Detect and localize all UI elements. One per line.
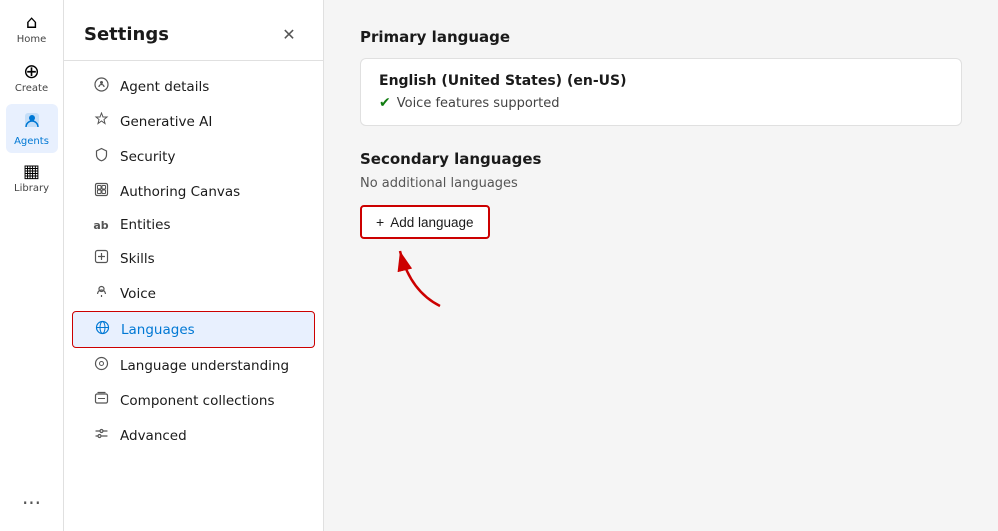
nav-label-agents: Agents [14, 136, 49, 147]
menu-label-advanced: Advanced [120, 428, 187, 444]
primary-language-card: English (United States) (en-US) ✔ Voice … [360, 58, 962, 126]
add-icon: + [376, 214, 384, 230]
menu-label-authoring-canvas: Authoring Canvas [120, 184, 240, 200]
menu-label-voice: Voice [120, 286, 156, 302]
component-collections-icon [92, 391, 110, 410]
menu-label-languages: Languages [121, 322, 195, 338]
nav-item-home[interactable]: ⌂ Home [6, 8, 58, 51]
main-content: Primary language English (United States)… [324, 0, 998, 531]
home-icon: ⌂ [26, 14, 37, 32]
menu-item-authoring-canvas[interactable]: Authoring Canvas [72, 174, 315, 209]
menu-label-security: Security [120, 149, 175, 165]
menu-item-skills[interactable]: Skills [72, 241, 315, 276]
settings-menu: Agent details Generative AI Security [64, 61, 323, 461]
settings-header: Settings ✕ [64, 0, 323, 61]
library-icon: ▦ [23, 163, 40, 181]
agent-details-icon [92, 77, 110, 96]
menu-item-generative-ai[interactable]: Generative AI [72, 104, 315, 139]
more-nav-button[interactable]: ··· [22, 491, 41, 515]
generative-ai-icon [92, 112, 110, 131]
add-language-button[interactable]: + Add language [360, 205, 490, 239]
settings-panel: Settings ✕ Agent details Generative AI [64, 0, 324, 531]
nav-item-create[interactable]: ⊕ Create [6, 55, 58, 100]
nav-label-create: Create [15, 83, 48, 94]
left-nav: ⌂ Home ⊕ Create Agents ▦ Library ··· [0, 0, 64, 531]
menu-label-skills: Skills [120, 251, 155, 267]
menu-label-component-collections: Component collections [120, 393, 274, 409]
close-button[interactable]: ✕ [275, 20, 303, 48]
add-language-container: + Add language [360, 205, 490, 239]
check-icon: ✔ [379, 95, 391, 111]
add-language-label: Add language [390, 215, 473, 230]
languages-icon [93, 320, 111, 339]
menu-item-entities[interactable]: ab Entities [72, 209, 315, 241]
primary-language-name: English (United States) (en-US) [379, 73, 943, 89]
menu-item-security[interactable]: Security [72, 139, 315, 174]
agents-icon [22, 110, 42, 134]
skills-icon [92, 249, 110, 268]
menu-item-advanced[interactable]: Advanced [72, 418, 315, 453]
authoring-canvas-icon [92, 182, 110, 201]
language-understanding-icon [92, 356, 110, 375]
menu-item-agent-details[interactable]: Agent details [72, 69, 315, 104]
no-languages-text: No additional languages [360, 176, 962, 191]
settings-title: Settings [84, 24, 169, 45]
primary-language-title: Primary language [360, 28, 962, 46]
voice-supported-row: ✔ Voice features supported [379, 95, 943, 111]
menu-item-languages[interactable]: Languages [72, 311, 315, 348]
menu-item-language-understanding[interactable]: Language understanding [72, 348, 315, 383]
nav-label-home: Home [17, 34, 47, 45]
entities-icon: ab [92, 219, 110, 232]
annotation-arrow [380, 241, 460, 311]
create-icon: ⊕ [23, 61, 40, 81]
voice-icon [92, 284, 110, 303]
nav-item-agents[interactable]: Agents [6, 104, 58, 153]
menu-label-entities: Entities [120, 217, 171, 233]
menu-label-generative-ai: Generative AI [120, 114, 212, 130]
nav-label-library: Library [14, 183, 49, 194]
nav-item-library[interactable]: ▦ Library [6, 157, 58, 200]
security-icon [92, 147, 110, 166]
menu-label-language-understanding: Language understanding [120, 358, 289, 374]
menu-item-voice[interactable]: Voice [72, 276, 315, 311]
advanced-icon [92, 426, 110, 445]
secondary-languages-title: Secondary languages [360, 150, 962, 168]
voice-supported-label: Voice features supported [397, 96, 560, 111]
menu-item-component-collections[interactable]: Component collections [72, 383, 315, 418]
menu-label-agent-details: Agent details [120, 79, 209, 95]
